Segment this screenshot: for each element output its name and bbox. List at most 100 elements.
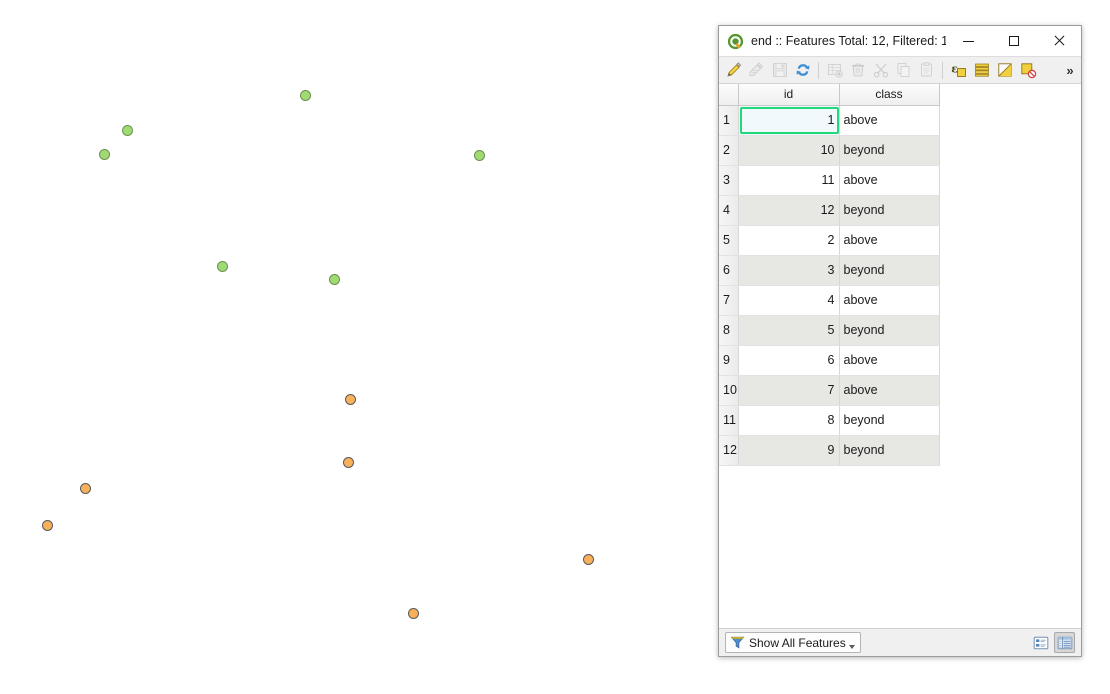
table-row[interactable]: 11 8 beyond bbox=[719, 405, 940, 436]
column-header-rownum[interactable] bbox=[719, 84, 739, 106]
cell-class[interactable]: beyond bbox=[839, 135, 940, 166]
cell-id[interactable]: 5 bbox=[738, 315, 840, 346]
map-point-beyond[interactable] bbox=[407, 607, 419, 619]
row-number-cell[interactable]: 2 bbox=[719, 135, 739, 166]
pencil-icon bbox=[726, 62, 741, 77]
chevron-down-icon[interactable] bbox=[848, 645, 855, 649]
cell-id[interactable]: 8 bbox=[738, 405, 840, 436]
refresh-icon bbox=[796, 64, 809, 76]
cell-id[interactable]: 12 bbox=[738, 195, 840, 226]
cell-class[interactable]: above bbox=[839, 225, 940, 256]
cell-id[interactable]: 4 bbox=[738, 285, 840, 316]
row-number-cell[interactable]: 7 bbox=[719, 285, 739, 316]
cell-class[interactable]: above bbox=[839, 345, 940, 376]
table-row[interactable]: 12 9 beyond bbox=[719, 435, 940, 466]
cell-class[interactable]: above bbox=[839, 165, 940, 196]
row-number-cell[interactable]: 1 bbox=[719, 105, 739, 136]
form-view-icon bbox=[1033, 636, 1048, 649]
close-icon[interactable] bbox=[1036, 26, 1081, 57]
row-number-cell[interactable]: 8 bbox=[719, 315, 739, 346]
map-point-above[interactable] bbox=[216, 260, 228, 272]
cell-class[interactable]: beyond bbox=[839, 435, 940, 466]
cell-class[interactable]: beyond bbox=[839, 255, 940, 286]
row-number-cell[interactable]: 10 bbox=[719, 375, 739, 406]
cell-class[interactable]: beyond bbox=[839, 195, 940, 226]
table-header-row: id class bbox=[719, 84, 940, 106]
row-number-cell[interactable]: 11 bbox=[719, 405, 739, 436]
cell-id[interactable]: 1 bbox=[738, 105, 840, 136]
paste-features-button[interactable] bbox=[915, 59, 938, 82]
paste-icon bbox=[920, 62, 932, 77]
select-all-button[interactable] bbox=[970, 59, 993, 82]
map-point-beyond[interactable] bbox=[582, 553, 594, 565]
table-row[interactable]: 4 12 beyond bbox=[719, 195, 940, 226]
map-point-above[interactable] bbox=[98, 148, 110, 160]
row-number-cell[interactable]: 6 bbox=[719, 255, 739, 286]
cell-id[interactable]: 10 bbox=[738, 135, 840, 166]
scissors-icon bbox=[873, 63, 888, 78]
cell-class[interactable]: above bbox=[839, 375, 940, 406]
table-row[interactable]: 2 10 beyond bbox=[719, 135, 940, 166]
map-point-beyond[interactable] bbox=[342, 456, 354, 468]
cell-class[interactable]: above bbox=[839, 285, 940, 316]
table-row[interactable]: 10 7 above bbox=[719, 375, 940, 406]
column-header-id[interactable]: id bbox=[738, 84, 840, 106]
delete-selected-button[interactable] bbox=[846, 59, 869, 82]
cell-class[interactable]: beyond bbox=[839, 405, 940, 436]
window-controls bbox=[946, 26, 1081, 57]
save-layer-edits-button[interactable] bbox=[768, 59, 791, 82]
cell-id[interactable]: 11 bbox=[738, 165, 840, 196]
form-view-button[interactable] bbox=[1030, 632, 1051, 653]
cell-class[interactable]: above bbox=[839, 105, 940, 136]
cut-features-button[interactable] bbox=[869, 59, 892, 82]
deselect-all-button[interactable] bbox=[1016, 59, 1039, 82]
table-view-button[interactable] bbox=[1054, 632, 1075, 653]
maximize-icon[interactable] bbox=[991, 26, 1036, 57]
map-point-beyond[interactable] bbox=[344, 393, 356, 405]
table-row[interactable]: 1 1 above bbox=[719, 105, 940, 136]
select-all-icon bbox=[974, 63, 989, 77]
cell-id[interactable]: 3 bbox=[738, 255, 840, 286]
cell-id[interactable]: 7 bbox=[738, 375, 840, 406]
table-row[interactable]: 7 4 above bbox=[719, 285, 940, 316]
map-point-above[interactable] bbox=[473, 149, 485, 161]
column-header-class[interactable]: class bbox=[839, 84, 940, 106]
add-feature-button[interactable] bbox=[823, 59, 846, 82]
row-number-cell[interactable]: 4 bbox=[719, 195, 739, 226]
filter-features-button[interactable]: Show All Features bbox=[725, 632, 861, 653]
row-number-cell[interactable]: 3 bbox=[719, 165, 739, 196]
table-row[interactable]: 6 3 beyond bbox=[719, 255, 940, 286]
cell-class[interactable]: beyond bbox=[839, 315, 940, 346]
reload-table-button[interactable] bbox=[791, 59, 814, 82]
minimize-icon[interactable] bbox=[946, 26, 991, 57]
select-by-expression-button[interactable]: ε bbox=[947, 59, 970, 82]
filter-label: Show All Features bbox=[749, 635, 846, 650]
save-edits-button[interactable] bbox=[745, 59, 768, 82]
attribute-table-window: end :: Features Total: 12, Filtered: 1..… bbox=[718, 25, 1082, 657]
map-point-beyond[interactable] bbox=[79, 482, 91, 494]
map-point-above[interactable] bbox=[299, 89, 311, 101]
row-number-cell[interactable]: 12 bbox=[719, 435, 739, 466]
trash-icon bbox=[851, 63, 864, 77]
cell-id[interactable]: 2 bbox=[738, 225, 840, 256]
row-number-cell[interactable]: 9 bbox=[719, 345, 739, 376]
map-point-above[interactable] bbox=[121, 124, 133, 136]
toolbar-overflow-button[interactable]: » bbox=[1062, 59, 1078, 82]
attribute-table-grid[interactable]: id class 1 1 above 2 10 beyond 3 11 above 4 12 beyo… bbox=[719, 84, 1081, 628]
cell-id[interactable]: 6 bbox=[738, 345, 840, 376]
toggle-editing-button[interactable] bbox=[722, 59, 745, 82]
copy-icon bbox=[897, 63, 909, 77]
copy-features-button[interactable] bbox=[892, 59, 915, 82]
invert-selection-button[interactable] bbox=[993, 59, 1016, 82]
map-point-beyond[interactable] bbox=[41, 519, 53, 531]
cell-id[interactable]: 9 bbox=[738, 435, 840, 466]
table-row[interactable]: 8 5 beyond bbox=[719, 315, 940, 346]
table-row[interactable]: 3 11 above bbox=[719, 165, 940, 196]
map-point-above[interactable] bbox=[328, 273, 340, 285]
title-bar[interactable]: end :: Features Total: 12, Filtered: 1..… bbox=[719, 26, 1081, 57]
table-row[interactable]: 5 2 above bbox=[719, 225, 940, 256]
row-number-cell[interactable]: 5 bbox=[719, 225, 739, 256]
table-row[interactable]: 9 6 above bbox=[719, 345, 940, 376]
toolbar-separator-2 bbox=[942, 61, 943, 79]
invert-selection-icon bbox=[997, 63, 1012, 77]
